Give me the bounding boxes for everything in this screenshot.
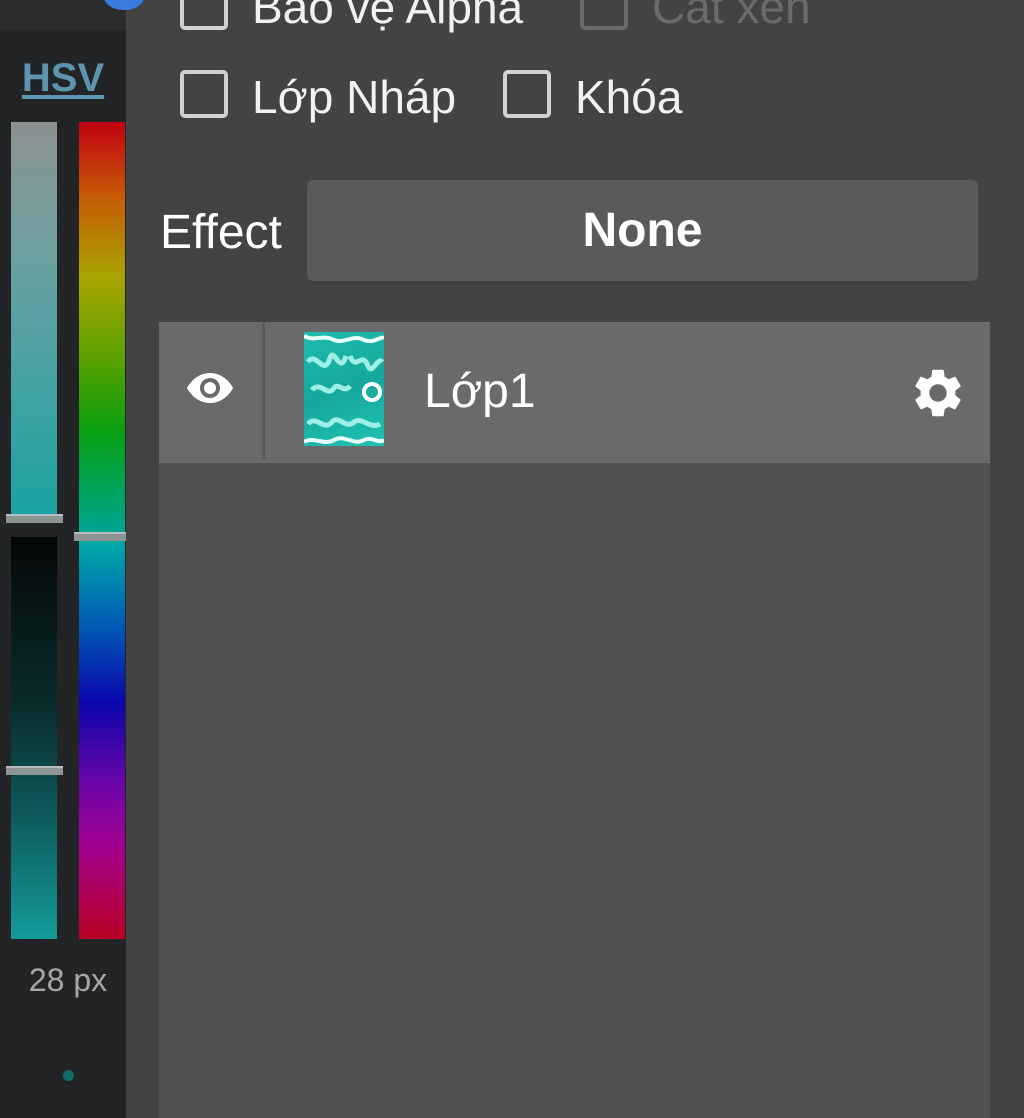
draft-layer-label[interactable]: Lớp Nháp [252,70,456,124]
value-slider[interactable] [11,537,57,939]
hue-slider-thumb[interactable] [74,532,126,541]
protect-alpha-checkbox[interactable] [180,0,228,30]
clipping-label: Cắt xén [652,0,811,33]
layer-row-divider [262,322,265,460]
layers-list: Lớp1 [159,322,990,1118]
saturation-slider-thumb[interactable] [6,514,63,523]
color-indicator-icon[interactable] [104,0,144,10]
brush-preview-dot [63,1070,74,1081]
hue-slider[interactable] [79,122,125,939]
layer-item[interactable]: Lớp1 [159,322,990,463]
value-slider-thumb[interactable] [6,766,63,775]
clipping-checkbox [580,0,628,30]
top-stub [0,0,144,30]
layer-name[interactable]: Lớp1 [424,364,536,419]
protect-alpha-label[interactable]: Bảo vệ Alpha [252,0,523,34]
saturation-slider[interactable] [11,122,57,522]
effect-select-button[interactable]: None [307,180,978,281]
effect-label: Effect [160,206,282,259]
color-panel: HSV 28 px [0,0,144,1118]
lock-checkbox[interactable] [503,70,551,118]
lock-label[interactable]: Khóa [575,70,682,124]
layer-thumbnail-art [304,334,384,444]
brush-size-label: 28 px [28,962,108,998]
eye-icon[interactable] [185,370,235,406]
draft-layer-checkbox[interactable] [180,70,228,118]
layer-thumbnail[interactable] [304,332,384,446]
gear-icon[interactable] [909,364,967,422]
hsv-mode-link[interactable]: HSV [0,56,126,101]
